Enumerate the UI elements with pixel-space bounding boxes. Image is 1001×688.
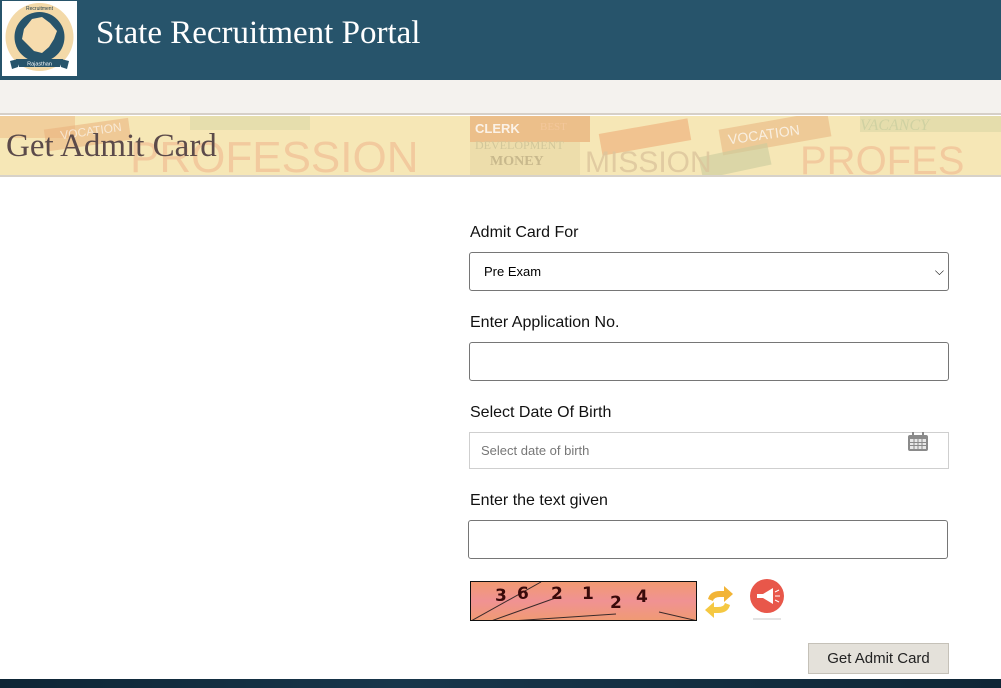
captcha-input-label: Enter the text given xyxy=(470,492,608,509)
captcha-digit: 3 xyxy=(495,586,507,606)
svg-text:Recruitment: Recruitment xyxy=(26,6,54,12)
captcha-digit: 4 xyxy=(636,587,648,607)
site-footer xyxy=(0,679,1001,688)
page-title: Get Admit Card xyxy=(6,128,217,164)
admit-card-for-select[interactable]: Pre Exam ⌵ xyxy=(469,252,949,291)
svg-text:Rajasthan: Rajasthan xyxy=(27,62,52,68)
svg-text:MONEY: MONEY xyxy=(490,154,544,169)
admit-card-for-label: Admit Card For xyxy=(470,224,579,241)
captcha-input[interactable] xyxy=(468,520,948,559)
dob-label: Select Date Of Birth xyxy=(470,404,612,421)
site-header: Rajasthan Recruitment State Recruitment … xyxy=(0,0,1001,80)
svg-text:CLERK: CLERK xyxy=(475,121,520,136)
megaphone-icon[interactable] xyxy=(748,578,786,622)
nav-bar xyxy=(0,80,1001,115)
dob-placeholder: Select date of birth xyxy=(481,443,590,458)
calendar-icon[interactable] xyxy=(907,432,929,452)
application-no-label: Enter Application No. xyxy=(470,314,620,331)
svg-text:VACANCY: VACANCY xyxy=(860,117,931,134)
svg-text:MISSION: MISSION xyxy=(585,146,712,177)
refresh-icon[interactable] xyxy=(702,583,736,621)
dob-input[interactable]: Select date of birth xyxy=(469,432,949,469)
admit-card-for-selected-value: Pre Exam xyxy=(484,264,542,279)
svg-text:BEST: BEST xyxy=(540,121,567,133)
captcha-image: 3 6 2 1 2 4 xyxy=(470,581,697,621)
captcha-digit: 2 xyxy=(610,593,622,613)
rajasthan-emblem-icon: Rajasthan Recruitment xyxy=(5,3,74,71)
captcha-digit: 1 xyxy=(582,584,594,604)
svg-text:DEVELOPMENT: DEVELOPMENT xyxy=(475,138,564,152)
site-title: State Recruitment Portal xyxy=(96,15,421,51)
chevron-down-icon: ⌵ xyxy=(934,264,944,278)
application-no-input[interactable] xyxy=(469,342,949,381)
svg-text:PROFES: PROFES xyxy=(800,139,964,177)
get-admit-card-button[interactable]: Get Admit Card xyxy=(808,643,949,674)
page-banner: PROFESSION CLERK BEST DEVELOPMENT MONEY … xyxy=(0,116,1001,177)
state-logo[interactable]: Rajasthan Recruitment xyxy=(2,1,77,76)
captcha-digit: 2 xyxy=(551,584,563,604)
captcha-digit: 6 xyxy=(517,584,529,604)
